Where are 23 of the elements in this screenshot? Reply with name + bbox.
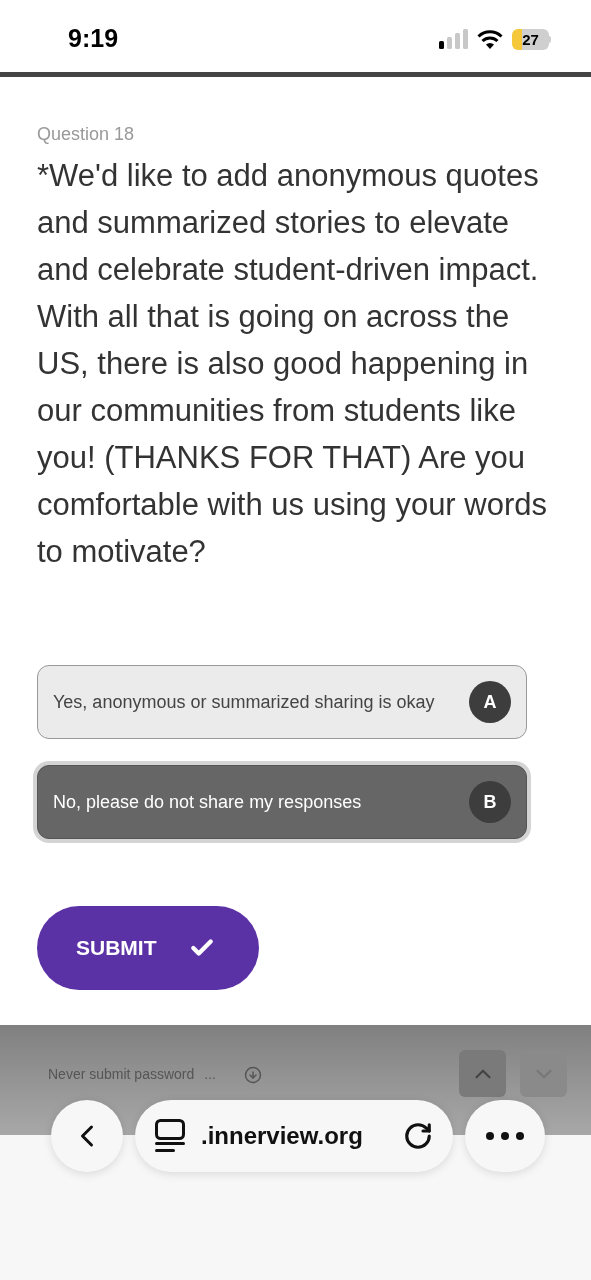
submit-label: SUBMIT xyxy=(76,935,157,962)
question-text: *We'd like to add anonymous quotes and summarized stories to elevate and celebrate student-driven impact. With all that is going on across the US, there is also good happening in our communities from students like you! (THANKS FOR THAT) Are you comfortable with us using your words to motivate? xyxy=(37,157,548,571)
back-button[interactable] xyxy=(51,1100,123,1172)
more-button[interactable] xyxy=(465,1100,545,1172)
battery-level: 27 xyxy=(522,31,539,47)
status-time: 9:19 xyxy=(68,23,119,55)
signal-icon xyxy=(439,29,468,49)
more-icon xyxy=(486,1132,524,1140)
option-key: A xyxy=(469,681,511,723)
url-text: .innerview.org xyxy=(201,1121,363,1151)
option-key: B xyxy=(469,781,511,823)
reader-icon xyxy=(155,1119,185,1153)
reload-icon[interactable] xyxy=(403,1121,433,1151)
option-label: Yes, anonymous or summarized sharing is okay xyxy=(53,690,435,714)
question-number: Question 18 xyxy=(37,123,136,146)
password-warning: Never submit password xyxy=(48,1065,195,1084)
answer-option[interactable]: Yes, anonymous or summarized sharing is okay A xyxy=(37,665,527,739)
download-icon[interactable] xyxy=(243,1065,262,1084)
option-label: No, please do not share my responses xyxy=(53,790,362,814)
more-text: ... xyxy=(204,1065,216,1084)
address-bar[interactable]: .innerview.org xyxy=(135,1100,453,1172)
submit-button[interactable]: SUBMIT xyxy=(37,906,259,990)
wifi-icon xyxy=(477,29,503,49)
